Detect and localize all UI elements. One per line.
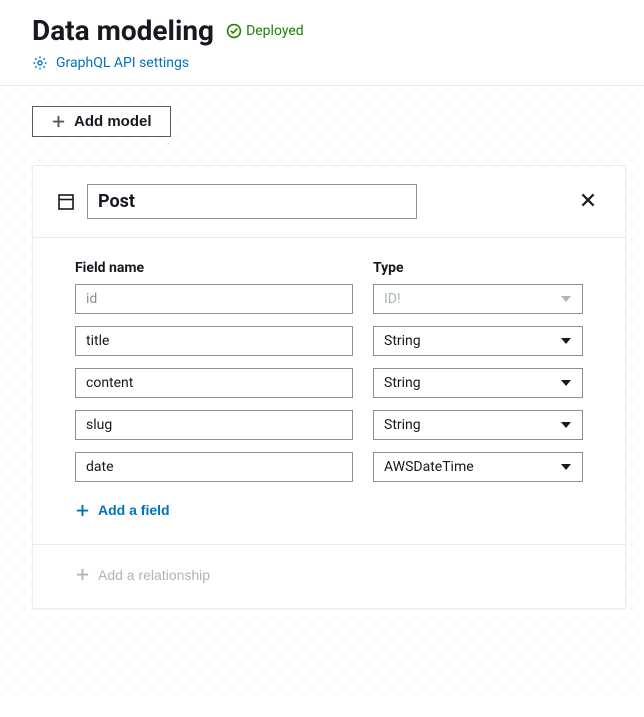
field-row: ID!	[75, 284, 583, 314]
gear-icon	[32, 55, 48, 71]
add-field-button[interactable]: Add a field	[75, 502, 170, 518]
field-row: String	[75, 326, 583, 356]
field-type-select[interactable]: AWSDateTime	[373, 452, 583, 482]
field-type-value: String	[384, 333, 421, 349]
add-relationship-button: Add a relationship	[75, 567, 210, 583]
chevron-down-icon	[560, 419, 572, 431]
columns-header: Field name Type	[75, 260, 583, 276]
field-row: String	[75, 410, 583, 440]
close-model-button[interactable]	[575, 187, 601, 216]
chevron-down-icon	[560, 461, 572, 473]
field-type-value: String	[384, 417, 421, 433]
field-type-select[interactable]: String	[373, 368, 583, 398]
model-card-header	[33, 166, 625, 238]
page-title: Data modeling	[32, 14, 214, 47]
graphql-api-settings-link[interactable]: GraphQL API settings	[56, 55, 189, 71]
page-header: Data modeling Deployed GraphQL API setti…	[0, 0, 644, 86]
model-name-input[interactable]	[87, 184, 417, 219]
plus-icon	[75, 503, 90, 518]
check-circle-icon	[226, 23, 242, 39]
field-name-input[interactable]	[75, 368, 353, 398]
chevron-down-icon	[560, 293, 572, 305]
status-text: Deployed	[246, 23, 304, 39]
model-card: Field name Type ID! String String String AWS…	[32, 165, 626, 609]
add-model-button[interactable]: Add model	[32, 106, 171, 137]
field-type-value: String	[384, 375, 421, 391]
field-name-input[interactable]	[75, 410, 353, 440]
field-name-input[interactable]	[75, 452, 353, 482]
field-row: AWSDateTime	[75, 452, 583, 482]
chevron-down-icon	[560, 335, 572, 347]
add-relationship-label: Add a relationship	[98, 567, 210, 583]
field-name-input	[75, 284, 353, 314]
fields-list: ID! String String String AWSDateTime	[75, 284, 583, 482]
add-field-label: Add a field	[98, 502, 170, 518]
chevron-down-icon	[560, 377, 572, 389]
add-model-label: Add model	[74, 113, 152, 130]
relationship-section: Add a relationship	[33, 544, 625, 609]
field-name-input[interactable]	[75, 326, 353, 356]
workspace: Add model Field name Type ID! String Strin…	[0, 86, 644, 698]
field-type-value: ID!	[384, 291, 401, 307]
status-badge: Deployed	[226, 23, 304, 39]
close-icon	[579, 191, 597, 209]
table-icon	[57, 193, 75, 211]
type-header: Type	[373, 260, 583, 276]
field-type-select[interactable]: String	[373, 410, 583, 440]
field-row: String	[75, 368, 583, 398]
plus-icon	[51, 114, 66, 129]
model-body: Field name Type ID! String String String AWS…	[33, 238, 625, 544]
field-name-header: Field name	[75, 260, 353, 276]
plus-icon	[75, 567, 90, 582]
field-type-value: AWSDateTime	[384, 459, 474, 475]
field-type-select[interactable]: String	[373, 326, 583, 356]
settings-row: GraphQL API settings	[32, 55, 612, 71]
title-row: Data modeling Deployed	[32, 14, 612, 47]
field-type-select: ID!	[373, 284, 583, 314]
